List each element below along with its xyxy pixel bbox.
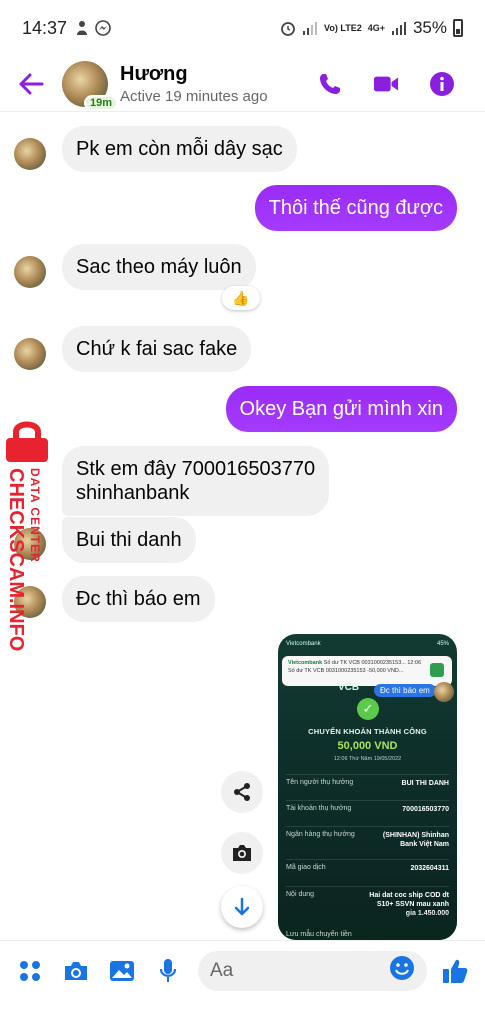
network-4g-label: 4G+ (367, 22, 385, 33)
contact-name: Hương (120, 62, 188, 85)
back-button[interactable] (0, 73, 62, 95)
success-check-icon: ✓ (357, 698, 379, 720)
shield-icon (430, 663, 444, 677)
shared-image[interactable]: Vietcombank 45% Vietcombank Số dư TK VCB… (278, 634, 457, 940)
detail-row: Ngân hàng thụ hưởng (SHINHAN) Shinhan Ban… (286, 826, 449, 849)
sender-avatar[interactable] (14, 138, 46, 170)
camera-icon (233, 845, 251, 861)
reaction-badge[interactable]: 👍 (222, 286, 260, 310)
message-composer: Aa (0, 940, 485, 1000)
smiley-icon (390, 955, 414, 980)
battery-percent: 35% (412, 18, 447, 37)
battery-icon (453, 19, 463, 37)
save-template-label: Lưu mẫu chuyển tiền (286, 931, 352, 938)
thumbs-up-icon (443, 959, 468, 983)
more-actions-button[interactable] (14, 955, 46, 987)
image-battery: 45% (436, 641, 449, 647)
notification-icon (77, 21, 88, 35)
info-button[interactable] (429, 71, 455, 97)
active-time-badge: 19m (84, 94, 119, 111)
detail-row: Mã giao dịch 2032604311 (286, 859, 449, 873)
message-input[interactable]: Aa (198, 950, 427, 991)
back-arrow-icon (19, 73, 44, 94)
contact-status: Active 19 minutes ago (120, 87, 268, 105)
image-icon (110, 960, 134, 981)
detail-row: Tên người thụ hưởng BUI THI DANH (286, 774, 449, 788)
message-bubble-outgoing[interactable]: Okey Bạn gửi mình xin (225, 386, 457, 432)
lock-icon (6, 421, 48, 462)
camera-button[interactable] (60, 955, 92, 987)
network-label: Vo) LTE2 (324, 22, 362, 33)
emoji-button[interactable] (389, 955, 415, 987)
message-bubble-incoming[interactable]: Bui thi danh (62, 517, 196, 563)
save-image-button[interactable] (221, 832, 263, 874)
share-button[interactable] (221, 771, 263, 813)
message-line: shinhanbank (76, 482, 190, 504)
gallery-button[interactable] (106, 955, 138, 987)
image-bank-partial: VCB (338, 682, 360, 693)
watermark-checkscam: CHECKSCAM.INFO (5, 468, 27, 652)
scroll-down-button[interactable] (221, 886, 263, 928)
status-time: 14:37 (22, 17, 68, 38)
message-bubble-incoming[interactable]: Pk em còn mỗi dây sạc (62, 126, 297, 172)
contact-info[interactable]: Hương Active 19 minutes ago (120, 63, 268, 105)
phone-icon (320, 73, 340, 94)
image-avatar (434, 682, 454, 702)
microphone-icon (159, 958, 177, 982)
video-call-button[interactable] (373, 71, 399, 97)
message-input-placeholder: Aa (210, 959, 234, 981)
message-bubble-outgoing[interactable]: Thôi thế cũng được (254, 185, 457, 231)
message-bubble-incoming[interactable]: Stk em đây 700016503770 shinhanbank (62, 446, 330, 516)
share-icon (234, 783, 250, 801)
image-app-name: Vietcombank (286, 641, 321, 647)
thumbs-up-icon: 👍 (232, 289, 250, 306)
message-bubble-incoming[interactable]: Đc thì báo em (62, 576, 215, 622)
signal-icon (303, 22, 318, 35)
video-camera-icon (373, 76, 399, 91)
messenger-icon (95, 20, 111, 36)
conversation-header: 19m Hương Active 19 minutes ago (0, 56, 485, 112)
signal-icon (391, 22, 406, 35)
camera-icon (65, 961, 87, 980)
message-line: Stk em đây 700016503770 (76, 458, 316, 480)
voice-call-button[interactable] (317, 71, 343, 97)
transfer-success-title: CHUYỂN KHOẢN THÀNH CÔNG (308, 727, 427, 736)
detail-row: Tài khoản thụ hưởng 700016503770 (286, 800, 449, 814)
image-notification: Vietcombank Số dư TK VCB 0031000235153..… (282, 656, 452, 686)
like-button[interactable] (439, 955, 471, 987)
message-bubble-incoming[interactable]: Sac theo máy luôn (62, 244, 256, 290)
grid-dots-icon (20, 960, 40, 981)
contact-avatar[interactable]: 19m (62, 60, 119, 111)
voice-message-button[interactable] (152, 955, 184, 987)
sender-avatar[interactable] (14, 256, 46, 288)
info-icon (430, 71, 454, 96)
sender-avatar[interactable] (14, 338, 46, 370)
message-bubble-incoming[interactable]: Chứ k fai sac fake (62, 326, 252, 372)
transfer-amount: 50,000 VND (337, 740, 398, 752)
arrow-down-icon (234, 897, 250, 916)
image-reply-pill: Đc thì báo em (374, 684, 436, 697)
status-bar: 14:37 Vo) LTE2 4G+ 35% (0, 0, 485, 56)
alarm-icon (281, 22, 295, 36)
watermark-data-center: DATA CENTER (28, 468, 42, 563)
transfer-datetime: 12:06 Thứ Năm 19/05/2022 (333, 756, 402, 762)
